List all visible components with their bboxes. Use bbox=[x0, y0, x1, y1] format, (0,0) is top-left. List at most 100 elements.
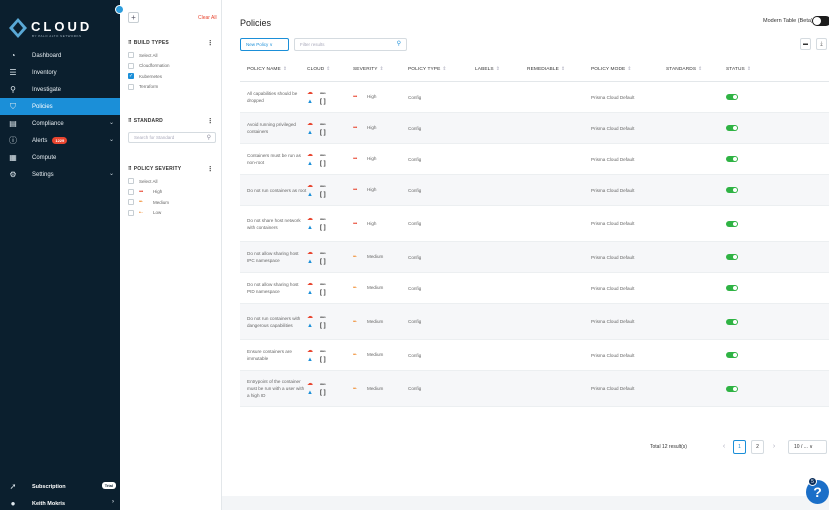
column-header[interactable]: POLICY MODE ⇕ bbox=[591, 67, 666, 72]
policy-name[interactable]: Do not allow sharing host PID namespace bbox=[240, 281, 307, 295]
sort-icon[interactable]: ⇕ bbox=[561, 67, 565, 72]
column-settings-icon[interactable]: ▬ bbox=[800, 38, 811, 50]
next-page-icon[interactable]: › bbox=[768, 440, 780, 454]
sort-icon[interactable]: ⇕ bbox=[747, 67, 751, 72]
policy-name[interactable]: Containers must be run as non-root bbox=[240, 152, 307, 166]
table-row[interactable]: Do not run containers as root ☁ aws ▲ [ ] •••… bbox=[240, 175, 829, 206]
status-toggle[interactable] bbox=[726, 125, 738, 131]
chevron-right-icon[interactable]: › bbox=[112, 499, 114, 505]
sort-icon[interactable]: ⇕ bbox=[627, 67, 631, 72]
sidebar-item-investigate[interactable]: ⚲ Investigate bbox=[0, 81, 120, 98]
page-button[interactable]: 1 bbox=[733, 440, 746, 454]
filter-option[interactable]: ••• High bbox=[128, 187, 216, 198]
policy-name[interactable]: All capabilities should be dropped bbox=[240, 90, 307, 104]
column-header[interactable]: STATUS ⇕ bbox=[726, 67, 786, 72]
new-policy-button[interactable]: New Policy ∨ bbox=[240, 38, 289, 51]
chevron-down-icon[interactable]: ⌄ bbox=[109, 119, 114, 126]
kebab-menu-icon[interactable]: ⋮ bbox=[207, 39, 214, 47]
sort-icon[interactable]: ⇕ bbox=[496, 67, 500, 72]
column-header[interactable]: SEVERITY ⇕ bbox=[353, 67, 408, 72]
filter-option[interactable]: ••· Medium bbox=[128, 197, 216, 208]
checkbox[interactable]: ✓ bbox=[128, 73, 134, 80]
table-row[interactable]: Containers must be run as non-root ☁ aws ▲ [… bbox=[240, 144, 829, 175]
policy-name[interactable]: Do not allow sharing host IPC namespace bbox=[240, 250, 307, 264]
column-header[interactable]: STANDARDS ⇕ bbox=[666, 67, 726, 72]
checkbox[interactable] bbox=[128, 83, 134, 90]
policy-name[interactable]: Do not run containers as root bbox=[240, 187, 307, 194]
checkbox[interactable] bbox=[128, 199, 134, 206]
column-header[interactable]: REMEDIABLE ⇕ bbox=[527, 67, 591, 72]
sort-icon[interactable]: ⇕ bbox=[442, 67, 446, 72]
checkbox[interactable] bbox=[128, 62, 134, 69]
status-toggle[interactable] bbox=[726, 220, 738, 227]
status-toggle[interactable] bbox=[726, 352, 738, 358]
status-toggle[interactable] bbox=[726, 318, 738, 325]
standard-search-input[interactable]: Search for Standard ⚲ bbox=[128, 132, 216, 143]
status-toggle[interactable] bbox=[726, 187, 738, 193]
filter-results-input[interactable]: Filter results ⚲ bbox=[294, 38, 407, 51]
sidebar-item-inventory[interactable]: ☰ Inventory bbox=[0, 64, 120, 81]
checkbox[interactable] bbox=[128, 209, 134, 216]
sidebar-item-alerts[interactable]: ⓘ Alerts 1229 ⌄ bbox=[0, 132, 120, 149]
table-row[interactable]: Do not run containers with dangerous cap… bbox=[240, 304, 829, 340]
modern-table-toggle[interactable] bbox=[812, 16, 829, 26]
notification-dot[interactable] bbox=[115, 5, 124, 14]
search-icon: ⚲ bbox=[396, 41, 401, 47]
table-row[interactable]: Do not allow sharing host PID namespace ☁… bbox=[240, 273, 829, 304]
clear-all-link[interactable]: Clear All bbox=[198, 15, 217, 21]
page-size-select[interactable]: 10 / ... ∨ bbox=[788, 440, 827, 454]
column-header[interactable]: LABELS ⇕ bbox=[475, 67, 527, 72]
kebab-menu-icon[interactable]: ⋮ bbox=[207, 165, 214, 173]
sidebar-item-settings[interactable]: ⚙ Settings ⌄ bbox=[0, 166, 120, 183]
sidebar-item-compute[interactable]: ▦ Compute bbox=[0, 149, 120, 166]
chevron-down-icon[interactable]: ⌄ bbox=[109, 136, 114, 143]
filter-option[interactable]: Select All bbox=[128, 50, 216, 61]
status-toggle[interactable] bbox=[726, 94, 738, 100]
column-header[interactable]: CLOUD ⇕ bbox=[307, 67, 353, 72]
sort-icon[interactable]: ⇕ bbox=[698, 67, 702, 72]
checkbox[interactable] bbox=[128, 52, 134, 59]
sidebar-item-rocket[interactable]: ➚ Subscription Trial bbox=[0, 478, 120, 495]
sort-icon[interactable]: ⇕ bbox=[326, 67, 330, 72]
filter-option[interactable]: Terraform bbox=[128, 82, 216, 93]
policy-name[interactable]: Entrypoint of the container must be run … bbox=[240, 378, 307, 399]
build-types-filter: ⠿ BUILD TYPES ⋮ Select All Cloudformation… bbox=[128, 40, 216, 92]
sidebar-item-compliance[interactable]: ▤ Compliance ⌄ bbox=[0, 115, 120, 132]
table-row[interactable]: Ensure containers are immutable ☁ aws ▲ [ ] •… bbox=[240, 340, 829, 371]
table-row[interactable]: Do not allow sharing host IPC namespace ☁… bbox=[240, 242, 829, 273]
table-row[interactable]: Do not share host network with container… bbox=[240, 206, 829, 242]
sidebar-item-policies[interactable]: ⛉ Policies bbox=[0, 98, 120, 115]
status-toggle[interactable] bbox=[726, 285, 738, 291]
filter-option[interactable]: •·· Low bbox=[128, 208, 216, 219]
filter-option[interactable]: Select All bbox=[128, 176, 216, 187]
policy-name[interactable]: Avoid running privileged containers bbox=[240, 121, 307, 135]
download-icon[interactable]: ⤓ bbox=[816, 38, 827, 50]
sort-icon[interactable]: ⇕ bbox=[380, 67, 384, 72]
status-toggle[interactable] bbox=[726, 156, 738, 162]
status-toggle[interactable] bbox=[726, 254, 738, 260]
column-header[interactable]: POLICY TYPE ⇕ bbox=[408, 67, 475, 72]
sidebar-item-dashboard[interactable]: ◔ Dashboard bbox=[0, 47, 120, 64]
column-header[interactable]: POLICY NAME ⇕ bbox=[240, 67, 307, 72]
add-filter-button[interactable]: + bbox=[128, 12, 139, 23]
filter-option[interactable]: Cloudformation bbox=[128, 61, 216, 72]
status-toggle[interactable] bbox=[726, 385, 738, 392]
page-button[interactable]: 2 bbox=[751, 440, 764, 454]
policy-name[interactable]: Do not run containers with dangerous cap… bbox=[240, 315, 307, 329]
prisma-cloud-logo[interactable]: CLOUD BY PALO ALTO NETWORKS bbox=[9, 14, 113, 42]
policy-name[interactable]: Do not share host network with container… bbox=[240, 217, 307, 231]
horizontal-scrollbar[interactable] bbox=[222, 496, 829, 510]
filter-option[interactable]: ✓ Kubernetes bbox=[128, 71, 216, 82]
policy-name[interactable]: Ensure containers are immutable bbox=[240, 348, 307, 362]
checkbox[interactable] bbox=[128, 178, 134, 185]
table-row[interactable]: Avoid running privileged containers ☁ aws ▲… bbox=[240, 113, 829, 144]
checkbox[interactable] bbox=[128, 188, 134, 195]
chevron-down-icon[interactable]: ⌄ bbox=[109, 170, 114, 177]
alert-icon: ⓘ bbox=[9, 136, 17, 145]
sort-icon[interactable]: ⇕ bbox=[283, 67, 287, 72]
prev-page-icon[interactable]: ‹ bbox=[718, 440, 730, 454]
kebab-menu-icon[interactable]: ⋮ bbox=[207, 117, 214, 125]
table-row[interactable]: Entrypoint of the container must be run … bbox=[240, 371, 829, 407]
sidebar-item-user[interactable]: ● Keith Mokris › bbox=[0, 495, 120, 510]
table-row[interactable]: All capabilities should be dropped ☁ aws ▲ [… bbox=[240, 82, 829, 113]
